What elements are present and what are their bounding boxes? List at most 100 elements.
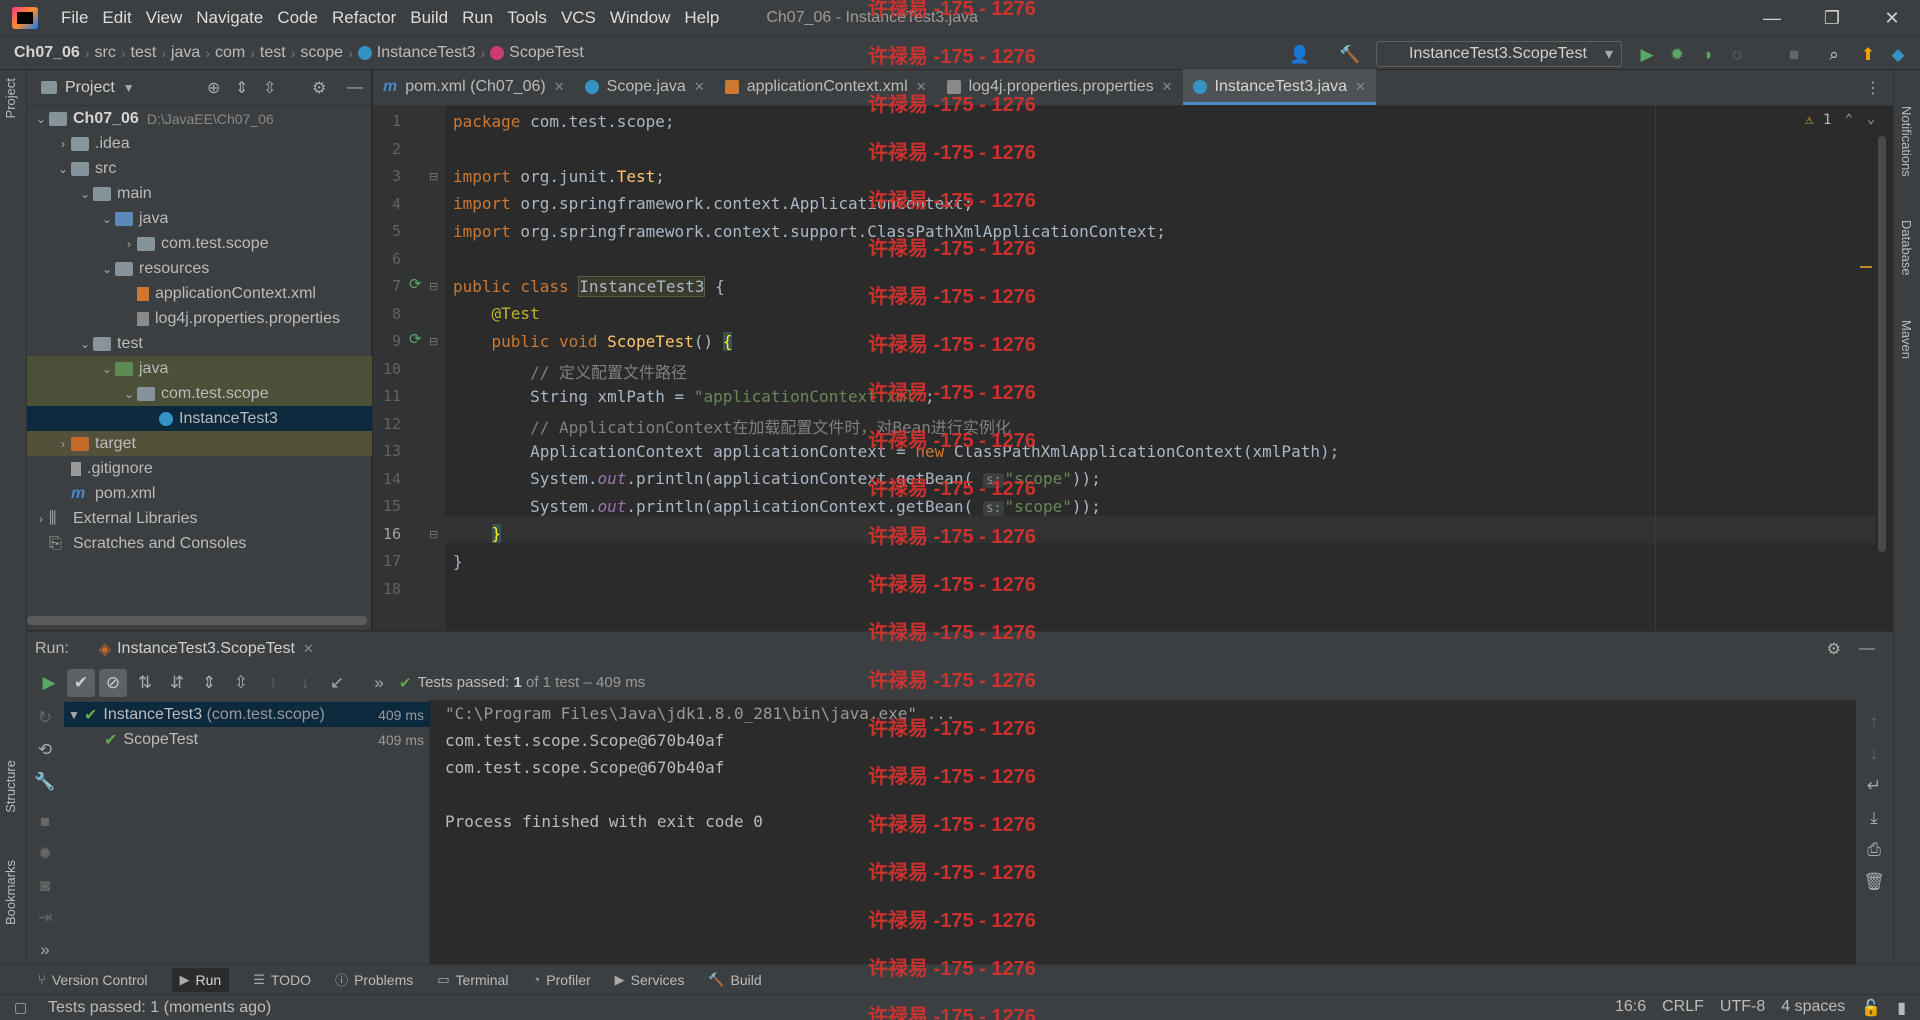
tree-item[interactable]: ⌄ java xyxy=(27,356,372,381)
sort-alpha-icon[interactable]: ⇅ xyxy=(131,669,159,697)
menu-view[interactable]: View xyxy=(139,8,190,28)
menu-code[interactable]: Code xyxy=(270,8,325,28)
line-number[interactable]: 14 xyxy=(373,470,401,488)
project-tool-tab[interactable]: Project xyxy=(3,78,18,118)
coverage-icon[interactable]: ◑ xyxy=(1697,45,1717,65)
update-icon[interactable]: ⬆ xyxy=(1858,45,1878,65)
line-separator[interactable]: CRLF xyxy=(1662,998,1704,1018)
user-icon[interactable]: 👤 xyxy=(1289,45,1310,65)
test-case-row[interactable]: ✔ ScopeTest 409 ms xyxy=(64,727,430,752)
scroll-to-end-icon[interactable]: ⤓ xyxy=(1860,804,1888,832)
fold-marker-icon[interactable]: ⊟ xyxy=(429,528,438,541)
expand-all-icon[interactable]: ⇕ xyxy=(235,78,248,98)
horizontal-scrollbar[interactable] xyxy=(27,616,367,625)
gear-icon[interactable]: ⚙ xyxy=(1827,639,1841,659)
tree-item[interactable]: › target xyxy=(27,431,372,456)
breadcrumb-class[interactable]: InstanceTest3 xyxy=(377,44,476,62)
run-tab[interactable]: ◈ InstanceTest3.ScopeTest ✕ xyxy=(99,639,314,659)
breadcrumb-src[interactable]: src xyxy=(95,44,116,62)
menu-refactor[interactable]: Refactor xyxy=(325,8,403,28)
caret-position[interactable]: 16:6 xyxy=(1615,998,1646,1018)
build-hammer-icon[interactable]: 🔨 xyxy=(1339,45,1360,65)
menu-tools[interactable]: Tools xyxy=(500,8,554,28)
structure-tool-tab[interactable]: Structure xyxy=(3,760,18,813)
tree-item[interactable]: log4j.properties.properties xyxy=(27,306,372,331)
line-number[interactable]: 16 xyxy=(373,525,401,543)
tab-terminal[interactable]: ▭ Terminal xyxy=(437,972,508,988)
rerun-icon[interactable]: ▶ xyxy=(35,669,63,697)
stop-icon[interactable]: ■ xyxy=(31,808,59,836)
fold-marker-icon[interactable]: ⊟ xyxy=(429,335,438,348)
tree-item[interactable]: › .idea xyxy=(27,131,372,156)
next-failed-icon[interactable]: ↓ xyxy=(291,669,319,697)
menu-build[interactable]: Build xyxy=(403,8,455,28)
tree-item[interactable]: m pom.xml xyxy=(27,481,372,506)
stop-icon[interactable]: ■ xyxy=(1784,45,1804,65)
sort-duration-icon[interactable]: ⇵ xyxy=(163,669,191,697)
line-number[interactable]: 9 xyxy=(373,332,401,350)
line-number[interactable]: 1 xyxy=(373,112,401,130)
error-stripe-marker[interactable] xyxy=(1860,266,1872,268)
code-editor[interactable]: package com.test.scope; import org.junit… xyxy=(445,106,1886,630)
chevron-down-icon[interactable]: ▼ xyxy=(64,708,84,722)
tree-item[interactable]: applicationContext.xml xyxy=(27,281,372,306)
notifications-tool-tab[interactable]: Notifications xyxy=(1899,106,1914,177)
tab-run[interactable]: ▶ Run xyxy=(171,967,230,992)
chevron-right-icon[interactable]: › xyxy=(55,137,71,151)
locate-icon[interactable]: ⊕ xyxy=(207,78,220,98)
line-number[interactable]: 13 xyxy=(373,442,401,460)
hide-panel-icon[interactable]: — xyxy=(1859,640,1875,658)
search-icon[interactable]: ⌕ xyxy=(1824,45,1844,65)
chevron-down-icon[interactable]: ⌄ xyxy=(33,112,49,126)
tree-item[interactable]: ⌄ com.test.scope xyxy=(27,381,372,406)
project-panel-title[interactable]: Project xyxy=(65,79,115,97)
breadcrumb-scope[interactable]: scope xyxy=(300,44,343,62)
warning-icon[interactable]: ⚠ xyxy=(1805,112,1813,128)
run-test-gutter-icon[interactable]: ⟳ xyxy=(409,330,422,348)
tab-instance-test3[interactable]: InstanceTest3.java ✕ xyxy=(1182,69,1377,105)
line-number[interactable]: 15 xyxy=(373,497,401,515)
line-number[interactable]: 10 xyxy=(373,360,401,378)
chevron-down-icon[interactable]: ⌄ xyxy=(99,262,115,276)
file-encoding[interactable]: UTF-8 xyxy=(1720,998,1765,1018)
scroll-down-icon[interactable]: ↓ xyxy=(1860,740,1888,768)
toggle-auto-test-icon[interactable]: ⟲ xyxy=(31,736,59,764)
test-suite-row[interactable]: ▼ ✔ InstanceTest3 (com.test.scope) 409 m… xyxy=(64,702,430,727)
show-ignored-icon[interactable]: ⊘ xyxy=(99,668,127,697)
line-number[interactable]: 17 xyxy=(373,552,401,570)
tree-item[interactable]: ⌄ resources xyxy=(27,256,372,281)
chevron-down-icon[interactable]: ▼ xyxy=(123,81,135,95)
lock-icon[interactable]: 🔓 xyxy=(1861,998,1881,1018)
panel-toggle-icon[interactable]: ▢ xyxy=(14,999,27,1016)
close-window-icon[interactable]: ✕ xyxy=(1864,0,1920,36)
line-number[interactable]: 8 xyxy=(373,305,401,323)
tab-log4j-properties[interactable]: log4j.properties.properties ✕ xyxy=(937,69,1183,105)
status-message[interactable]: Tests passed: 1 (moments ago) xyxy=(48,999,271,1017)
menu-vcs[interactable]: VCS xyxy=(554,8,603,28)
tree-item[interactable]: ⎘ Scratches and Consoles xyxy=(27,531,372,556)
tab-scope-java[interactable]: Scope.java ✕ xyxy=(575,69,715,105)
tab-services[interactable]: ▶ Services xyxy=(615,972,685,988)
breadcrumb-project[interactable]: Ch07_06 xyxy=(14,44,80,62)
soft-wrap-icon[interactable]: ↵ xyxy=(1860,772,1888,800)
debug-icon[interactable]: ✹ xyxy=(31,840,59,868)
tree-item[interactable]: ⌄ test xyxy=(27,331,372,356)
tab-version-control[interactable]: ⑂ Version Control xyxy=(38,972,148,988)
line-number[interactable]: 7 xyxy=(373,277,401,295)
line-number[interactable]: 12 xyxy=(373,415,401,433)
tab-pom-xml[interactable]: m pom.xml (Ch07_06) ✕ xyxy=(373,69,575,105)
restore-icon[interactable]: ❐ xyxy=(1804,0,1860,36)
console-output[interactable]: "C:\Program Files\Java\jdk1.8.0_281\bin\… xyxy=(431,700,1856,964)
close-icon[interactable]: ✕ xyxy=(694,79,705,95)
vertical-scrollbar[interactable] xyxy=(1878,136,1886,552)
close-icon[interactable]: ✕ xyxy=(554,79,565,95)
fold-marker-icon[interactable]: ⊟ xyxy=(429,280,438,293)
tab-application-context[interactable]: applicationContext.xml ✕ xyxy=(715,69,937,105)
run-configuration-select[interactable]: InstanceTest3.ScopeTest xyxy=(1376,41,1622,67)
menu-edit[interactable]: Edit xyxy=(95,8,138,28)
chevron-down-icon[interactable]: ⌄ xyxy=(77,187,93,201)
tree-item[interactable]: › ⫼ External Libraries xyxy=(27,506,372,531)
prev-highlight-icon[interactable]: ⌃ xyxy=(1845,112,1853,127)
import-tests-icon[interactable]: ↙ xyxy=(323,669,351,697)
line-number[interactable]: 2 xyxy=(373,140,401,158)
